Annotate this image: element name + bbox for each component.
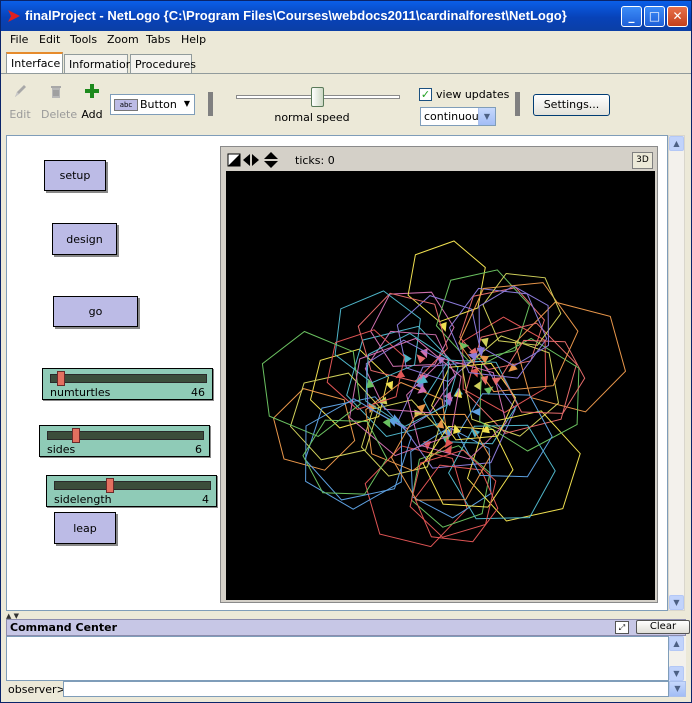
pencil-icon — [11, 85, 29, 103]
numturtles-slider-track[interactable] — [50, 374, 207, 383]
view-updates-checkbox[interactable]: ✓ — [419, 88, 432, 101]
turtle-trail — [304, 396, 412, 501]
widget-type-dropdown[interactable]: abc Button ▼ — [110, 94, 195, 115]
tab-procedures[interactable]: Procedures — [130, 54, 196, 73]
design-button[interactable]: design — [52, 223, 117, 255]
command-center-title: Command Center — [10, 621, 118, 634]
scroll-up-arrow[interactable]: ▲ — [669, 136, 684, 151]
turtle-trail — [360, 399, 440, 477]
turtle-trail — [272, 388, 356, 471]
edit-button[interactable]: Edit — [5, 82, 35, 121]
toolbar-separator — [515, 92, 520, 116]
netlogo-window: finalProject - NetLogo {C:\Program Files… — [0, 0, 692, 703]
speed-label: normal speed — [274, 111, 350, 124]
menu-tools[interactable]: Tools — [70, 33, 97, 46]
title-bar[interactable]: finalProject - NetLogo {C:\Program Files… — [1, 1, 691, 31]
add-label: Add — [81, 108, 103, 121]
turtle-icon — [403, 353, 412, 364]
maximize-icon[interactable]: ⤢ — [615, 621, 629, 634]
close-button[interactable]: ✕ — [667, 6, 688, 27]
tab-information[interactable]: Information — [64, 54, 133, 73]
setup-button[interactable]: setup — [44, 160, 106, 191]
plus-icon — [83, 84, 101, 103]
update-mode-value: continuous — [424, 110, 485, 123]
chevron-down-icon: ▼ — [183, 99, 190, 108]
turtle-icon — [483, 386, 494, 396]
view-controls-icon[interactable] — [227, 152, 281, 171]
menu-edit[interactable]: Edit — [39, 33, 60, 46]
numturtles-slider-value: 46 — [191, 386, 205, 399]
sides-slider-label: sides — [47, 443, 76, 456]
command-output-area[interactable] — [6, 636, 669, 681]
delete-label: Delete — [41, 108, 78, 121]
window-title: finalProject - NetLogo {C:\Program Files… — [25, 8, 567, 23]
chevron-down-icon: ▼ — [478, 108, 495, 125]
observer-prompt[interactable]: observer> — [8, 683, 66, 696]
turtle-icon — [471, 407, 481, 416]
sidelength-slider-label: sidelength — [54, 493, 112, 506]
settings-button[interactable]: Settings... — [533, 94, 610, 116]
turtle-trail — [302, 419, 388, 495]
turtle-trail — [414, 464, 499, 543]
scroll-down-arrow[interactable]: ▼ — [669, 595, 684, 610]
command-center-header: Command Center ⤢ Clear — [6, 619, 690, 636]
update-mode-dropdown[interactable]: continuous ▼ — [420, 107, 496, 126]
numturtles-slider-thumb[interactable] — [57, 371, 66, 386]
view-header: ticks: 0 3D — [225, 150, 655, 170]
numturtles-slider[interactable]: numturtles 46 — [42, 368, 213, 400]
turtle-trail — [289, 372, 380, 461]
maximize-button[interactable]: □ — [644, 6, 665, 27]
sidelength-slider-thumb[interactable] — [106, 478, 115, 493]
leap-button[interactable]: leap — [54, 512, 116, 544]
menu-bar: File Edit Tools Zoom Tabs Help — [1, 31, 691, 50]
sides-slider-value: 6 — [195, 443, 202, 456]
sidelength-slider[interactable]: sidelength 4 — [46, 475, 217, 507]
button-widget-icon: abc — [114, 99, 138, 111]
interface-scrollbar[interactable]: ▲ ▼ — [668, 135, 685, 611]
sides-slider[interactable]: sides 6 — [39, 425, 210, 457]
scroll-up-arrow[interactable]: ▲ — [669, 636, 684, 651]
clear-button[interactable]: Clear — [636, 620, 690, 634]
command-input-row: observer> ▼ — [6, 681, 686, 698]
add-button[interactable]: Add — [77, 82, 107, 121]
edit-label: Edit — [9, 108, 31, 121]
view-updates-label: view updates — [436, 88, 510, 101]
turtle-world-canvas[interactable] — [226, 171, 655, 600]
command-output-scrollbar[interactable]: ▲ ▼ — [669, 636, 686, 681]
sidelength-slider-value: 4 — [202, 493, 209, 506]
trash-icon — [47, 86, 65, 103]
numturtles-slider-label: numturtles — [50, 386, 111, 399]
speed-slider-thumb[interactable] — [311, 87, 324, 107]
command-input[interactable] — [63, 681, 669, 697]
menu-help[interactable]: Help — [181, 33, 206, 46]
world-view: ticks: 0 3D — [220, 146, 658, 603]
sides-slider-thumb[interactable] — [72, 428, 81, 443]
scroll-down-arrow[interactable]: ▼ — [669, 666, 684, 681]
delete-button[interactable]: Delete — [41, 82, 77, 121]
netlogo-app-icon — [7, 9, 21, 26]
toolbar-separator — [208, 92, 213, 116]
toolbar: Edit Delete Add abc Button ▼ normal spee… — [1, 73, 691, 133]
tab-interface[interactable]: Interface — [6, 52, 63, 74]
tab-strip: Interface Information Procedures — [1, 52, 691, 74]
sidelength-slider-track[interactable] — [54, 481, 211, 490]
sides-slider-track[interactable] — [47, 431, 204, 440]
minimize-button[interactable]: _ — [621, 6, 642, 27]
ticks-counter: ticks: 0 — [295, 154, 335, 167]
go-button[interactable]: go — [53, 296, 138, 327]
widget-type-value: Button — [140, 98, 177, 111]
menu-file[interactable]: File — [10, 33, 28, 46]
menu-zoom[interactable]: Zoom — [107, 33, 139, 46]
chevron-down-icon[interactable]: ▼ — [669, 681, 686, 697]
3d-view-button[interactable]: 3D — [632, 152, 653, 169]
menu-tabs[interactable]: Tabs — [146, 33, 170, 46]
